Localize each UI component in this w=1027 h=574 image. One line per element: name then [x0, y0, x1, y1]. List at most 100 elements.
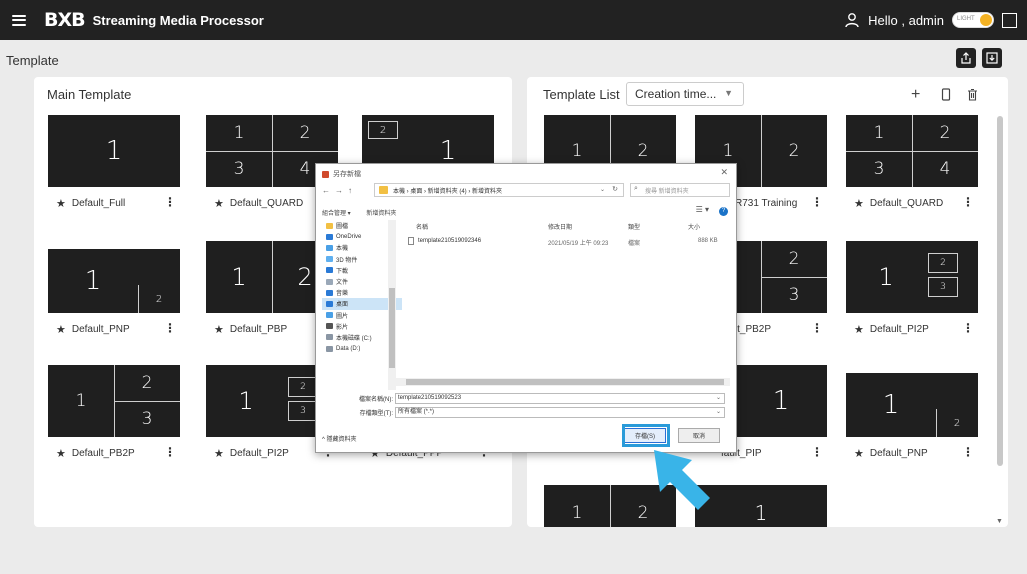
brand-logo: BXB: [44, 8, 86, 31]
filename-label: 檔案名稱(N):: [359, 397, 393, 403]
pointer-arrow-icon: [654, 450, 710, 510]
hamburger-menu-icon[interactable]: [12, 14, 26, 26]
app-icon: [322, 170, 329, 178]
more-options-icon[interactable]: ⋮: [164, 321, 176, 335]
star-icon[interactable]: ★: [214, 323, 224, 336]
import-button[interactable]: [982, 48, 1002, 68]
star-icon[interactable]: ★: [214, 447, 224, 460]
save-as-dialog: 另存新檔 ✕ ←→↑ 本機 › 桌面 › 新增資料夾 (4) › 新增資料夾 ⌄…: [315, 163, 737, 453]
more-options-icon[interactable]: ⋮: [962, 321, 974, 335]
filename-input[interactable]: template210519092523 ⌄: [395, 393, 725, 404]
close-icon[interactable]: ✕: [720, 167, 728, 178]
help-icon[interactable]: ?: [719, 207, 728, 216]
column-size[interactable]: 大小: [688, 222, 700, 231]
scroll-thumb[interactable]: [997, 116, 1003, 466]
theme-toggle[interactable]: LIGHT: [952, 12, 994, 28]
file-date: 2021/05/19 上午 09:23: [548, 241, 609, 247]
window-number: 1: [105, 136, 123, 166]
window-number: 2: [368, 121, 398, 139]
window-number: 1: [238, 387, 254, 415]
chevron-down-icon: ⌄: [715, 395, 721, 401]
theme-toggle-label: LIGHT: [957, 16, 975, 22]
template-thumbnail[interactable]: 1 2: [48, 249, 180, 313]
more-options-icon[interactable]: ⋮: [164, 195, 176, 209]
copy-icon[interactable]: [940, 88, 952, 106]
search-placeholder: 搜尋 新增資料夾: [645, 188, 689, 195]
new-folder-button[interactable]: 新增資料夾: [366, 211, 396, 217]
star-icon[interactable]: ★: [854, 197, 864, 210]
star-icon[interactable]: ★: [56, 447, 66, 460]
template-name: Default_PNP: [71, 323, 130, 335]
window-number: 3: [233, 159, 245, 179]
dialog-title: 另存新檔: [322, 169, 361, 179]
page-title: Template: [6, 53, 59, 68]
window-number: 2: [155, 293, 163, 305]
template-thumbnail[interactable]: 1: [48, 115, 180, 187]
theme-knob-icon: [980, 14, 992, 26]
star-icon[interactable]: ★: [56, 323, 66, 336]
scroll-down-arrow-icon[interactable]: ▼: [996, 518, 1003, 525]
template-name: Default_PNP: [869, 447, 928, 459]
template-name: R731 Training: [735, 197, 798, 209]
window-number: 3: [788, 285, 800, 305]
template-name: Default_QUARD: [229, 197, 304, 209]
column-date[interactable]: 修改日期: [548, 222, 572, 231]
refresh-icon[interactable]: ↻: [612, 185, 618, 193]
window-number: 1: [873, 123, 885, 143]
more-options-icon[interactable]: ⋮: [811, 195, 823, 209]
template-thumbnail[interactable]: 1 2 3 4: [846, 115, 978, 187]
star-icon[interactable]: ★: [214, 197, 224, 210]
column-name[interactable]: 名稱: [416, 222, 428, 231]
more-options-icon[interactable]: ⋮: [962, 195, 974, 209]
chevron-down-icon: ⌄: [715, 409, 721, 415]
template-name: Default_PI2P: [869, 323, 929, 335]
tree-scrollbar[interactable]: [388, 220, 396, 390]
template-thumbnail[interactable]: 1 2: [846, 373, 978, 437]
window-number: 2: [928, 253, 958, 273]
file-name: template210519092346: [418, 238, 482, 244]
main-template-title: Main Template: [47, 87, 132, 102]
window-number: 2: [299, 123, 311, 143]
more-options-icon[interactable]: ⋮: [811, 321, 823, 335]
export-button[interactable]: [956, 48, 976, 68]
sort-select[interactable]: Creation time... ▼: [626, 82, 744, 106]
star-icon[interactable]: ★: [56, 197, 66, 210]
filetype-field: 存檔類型(T): 所有檔案 (*.*) ⌄: [348, 407, 725, 418]
organize-button[interactable]: 組合管理 ▾: [322, 211, 351, 217]
view-options[interactable]: ☰ ▾?: [696, 205, 728, 216]
window-number: 1: [233, 123, 245, 143]
window-number: 3: [873, 159, 885, 179]
file-icon: [408, 237, 414, 245]
window-number: 2: [141, 373, 153, 393]
more-options-icon[interactable]: ⋮: [811, 445, 823, 459]
template-thumbnail[interactable]: 1 2 3: [48, 365, 180, 437]
more-options-icon[interactable]: ⋮: [164, 445, 176, 459]
file-row[interactable]: template210519092346 2021/05/19 上午 09:23…: [408, 236, 728, 247]
search-input[interactable]: ⌕ 搜尋 新增資料夾: [630, 183, 730, 197]
file-list-scrollbar[interactable]: [396, 378, 730, 386]
nav-buttons[interactable]: ←→↑: [322, 186, 357, 195]
fullscreen-icon[interactable]: [1002, 12, 1017, 28]
chevron-down-icon[interactable]: ⌄: [600, 186, 605, 193]
hide-folders-toggle[interactable]: ^ 隱藏資料夾: [322, 434, 357, 443]
address-bar[interactable]: 本機 › 桌面 › 新增資料夾 (4) › 新增資料夾 ⌄ ↻: [374, 183, 624, 197]
window-number: 1: [882, 390, 900, 420]
add-icon[interactable]: +: [911, 86, 920, 104]
filetype-select[interactable]: 所有檔案 (*.*) ⌄: [395, 407, 725, 418]
delete-icon[interactable]: [967, 88, 978, 106]
template-list-scrollbar[interactable]: ▼: [995, 110, 1005, 528]
template-name: Default_PB2P: [71, 447, 135, 459]
star-icon[interactable]: ★: [854, 323, 864, 336]
more-options-icon[interactable]: ⋮: [962, 445, 974, 459]
template-name: Default_Full: [71, 197, 126, 209]
star-icon[interactable]: ★: [854, 447, 864, 460]
window-number: 2: [953, 417, 961, 429]
folder-icon: [379, 186, 388, 194]
chevron-down-icon: ▼: [724, 88, 733, 98]
filetype-label: 存檔類型(T):: [359, 411, 393, 417]
template-name: Default_PI2P: [229, 447, 289, 459]
template-thumbnail[interactable]: 1 2 3: [846, 241, 978, 313]
column-type[interactable]: 類型: [628, 222, 640, 231]
user-greeting: Hello , admin: [868, 12, 944, 28]
filename-field: 檔案名稱(N): template210519092523 ⌄: [348, 393, 725, 404]
